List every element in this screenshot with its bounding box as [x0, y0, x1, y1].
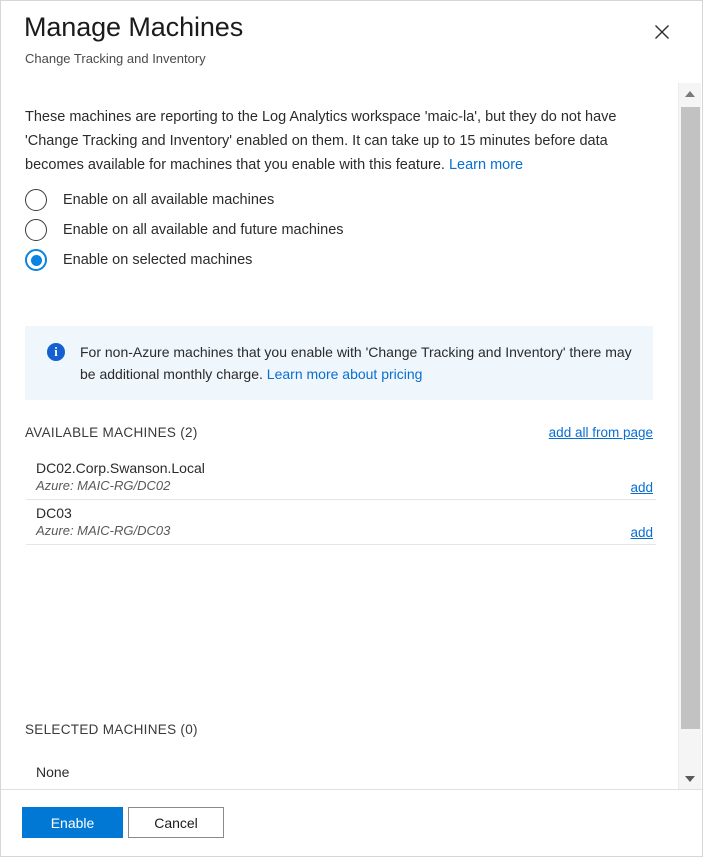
- radio-icon: [25, 219, 47, 241]
- description-body: These machines are reporting to the Log …: [25, 109, 617, 173]
- info-icon: i: [47, 343, 65, 361]
- machine-subtitle: Azure: MAIC-RG/DC02: [36, 478, 171, 493]
- machine-info: DC03 Azure: MAIC-RG/DC03: [36, 504, 170, 540]
- pricing-link[interactable]: Learn more about pricing: [267, 366, 423, 382]
- radio-option-all-available[interactable]: Enable on all available machines: [25, 185, 344, 215]
- info-banner-text: For non-Azure machines that you enable w…: [80, 341, 639, 385]
- scope-radio-group: Enable on all available machines Enable …: [25, 185, 344, 275]
- add-machine-link[interactable]: add: [630, 480, 653, 495]
- info-banner: i For non-Azure machines that you enable…: [25, 326, 653, 400]
- chevron-down-glyph: [685, 776, 695, 782]
- table-row[interactable]: DC02.Corp.Swanson.Local Azure: MAIC-RG/D…: [26, 455, 656, 500]
- radio-label: Enable on all available and future machi…: [63, 222, 344, 238]
- scroll-down-icon[interactable]: [679, 768, 701, 790]
- close-icon[interactable]: [649, 19, 675, 45]
- machine-name: DC02.Corp.Swanson.Local: [36, 460, 205, 476]
- empty-state-label: None: [36, 763, 70, 780]
- selected-machines-title: SELECTED MACHINES (0): [25, 722, 198, 737]
- add-machine-link[interactable]: add: [630, 525, 653, 540]
- scrollbar-thumb[interactable]: [681, 107, 700, 729]
- machine-subtitle: Azure: MAIC-RG/DC03: [36, 523, 171, 538]
- radio-icon-selected: [25, 249, 47, 271]
- page-subtitle: Change Tracking and Inventory: [25, 51, 206, 66]
- available-machines-list: DC02.Corp.Swanson.Local Azure: MAIC-RG/D…: [26, 455, 656, 545]
- dialog-footer: Enable Cancel: [1, 789, 702, 856]
- learn-more-link[interactable]: Learn more: [449, 157, 523, 173]
- radio-option-selected-machines[interactable]: Enable on selected machines: [25, 245, 344, 275]
- add-all-from-page-link[interactable]: add all from page: [549, 425, 653, 440]
- dialog-header: Manage Machines Change Tracking and Inve…: [1, 1, 702, 83]
- available-machines-header: AVAILABLE MACHINES (2) add all from page: [25, 425, 653, 440]
- machine-info: DC02.Corp.Swanson.Local Azure: MAIC-RG/D…: [36, 459, 205, 495]
- machine-name: DC03: [36, 505, 72, 521]
- radio-icon: [25, 189, 47, 211]
- chevron-up-glyph: [685, 91, 695, 97]
- available-machines-title: AVAILABLE MACHINES (2): [25, 425, 198, 440]
- radio-label: Enable on all available machines: [63, 192, 275, 208]
- vertical-scrollbar[interactable]: [678, 83, 701, 790]
- dialog-content: These machines are reporting to the Log …: [1, 83, 680, 790]
- cancel-button[interactable]: Cancel: [128, 807, 224, 838]
- radio-option-all-available-and-future[interactable]: Enable on all available and future machi…: [25, 215, 344, 245]
- empty-state-row: None: [26, 751, 656, 790]
- scroll-up-icon[interactable]: [679, 83, 701, 105]
- enable-button[interactable]: Enable: [22, 807, 123, 838]
- selected-machines-header: SELECTED MACHINES (0): [25, 722, 653, 737]
- radio-label: Enable on selected machines: [63, 252, 253, 268]
- description-text: These machines are reporting to the Log …: [25, 105, 653, 177]
- page-title: Manage Machines: [24, 12, 244, 42]
- selected-machines-list: None: [26, 751, 656, 790]
- manage-machines-dialog: Manage Machines Change Tracking and Inve…: [0, 0, 703, 857]
- table-row[interactable]: DC03 Azure: MAIC-RG/DC03 add: [26, 500, 656, 545]
